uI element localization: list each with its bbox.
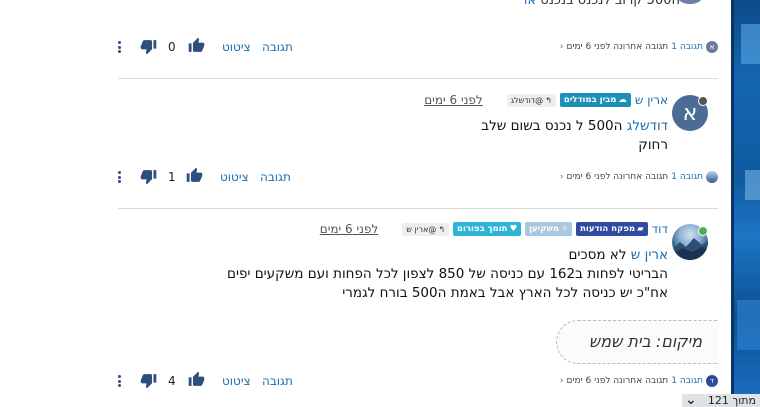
post-divider — [118, 208, 718, 209]
previous-post-text: ה500 קרוב לנכנס בנכנס אר — [520, 0, 680, 8]
side-window-edge — [731, 0, 760, 395]
badge-label: משקיען — [529, 224, 559, 234]
offline-status-icon — [698, 96, 708, 106]
post-action-bar: 4 ציטוט תגובה ד תגובה 1 תגובה אחרונה לפנ… — [112, 371, 718, 393]
vote-count: 4 — [168, 374, 176, 388]
last-reply-time: תגובה אחרונה לפני 6 ימים — [566, 42, 669, 52]
chat-icon: ▰ — [637, 224, 644, 234]
online-status-icon — [698, 226, 708, 236]
post-timestamp[interactable]: לפני 6 ימים — [424, 93, 483, 107]
more-options-icon[interactable] — [116, 374, 122, 388]
reply-button[interactable]: תגובה — [260, 170, 291, 184]
quote-button[interactable]: ציטוט — [220, 170, 249, 184]
heart-icon: ♥ — [509, 224, 518, 234]
post-username[interactable]: דוד — [652, 222, 668, 236]
avatar-letter: א — [682, 100, 698, 126]
post-header: דוד ▰ מפקח הודעות ✧ משקיען ♥ תומך בפורום… — [320, 222, 668, 236]
reply-to-pill[interactable]: ↰ @ארין ש — [402, 222, 450, 236]
post-text: ה500 ל נכנס בשום שלב — [481, 118, 627, 134]
badge-label: מפקח הודעות — [580, 224, 636, 234]
double-chevron-down-icon[interactable]: ⌄ — [685, 392, 697, 407]
previous-post-username[interactable]: אר — [520, 0, 536, 8]
reply-arrow-icon: ↰ — [438, 224, 446, 234]
location-text: מיקום: בית שמש — [588, 332, 702, 351]
thumbs-down-icon[interactable] — [140, 372, 157, 392]
post-timestamp[interactable]: לפני 6 ימים — [320, 222, 379, 236]
post-line-2: הבריטי לפחות ב162 עם כניסה של 850 לצפון … — [226, 266, 668, 282]
badge-label: מבין במודלים — [563, 95, 617, 105]
last-reply-time: תגובה אחרונה לפני 6 ימים — [566, 172, 669, 182]
replies-count-link[interactable]: תגובה 1 — [671, 376, 703, 386]
reply-arrow-icon: ↰ — [545, 95, 552, 105]
replier-avatar — [706, 171, 718, 183]
signature-box: מיקום: בית שמש — [556, 320, 718, 364]
post-content: ארין ש לא מסכים הבריטי לפחות ב162 עם כני… — [227, 246, 668, 303]
replies-summary[interactable]: ד תגובה 1 תגובה אחרונה לפני 6 ימים ‹ — [560, 375, 718, 387]
cloud-icon: ☁ — [618, 95, 627, 105]
thumbs-down-icon[interactable] — [140, 38, 157, 58]
previous-post-body: ה500 קרוב לנכנס בנכנס — [540, 0, 680, 8]
thumbs-up-icon[interactable] — [186, 167, 203, 187]
post-line-1: דודשלג ה500 ל נכנס בשום שלב — [481, 117, 668, 136]
star-icon: ✧ — [561, 224, 569, 234]
more-options-icon[interactable] — [116, 170, 122, 184]
mention-link[interactable]: ארין ש — [631, 247, 668, 263]
post-text: לא מסכים — [568, 247, 631, 263]
post-content: דודשלג ה500 ל נכנס בשום שלב רחוק — [481, 117, 668, 155]
reply-to-user: @דודשלג — [510, 95, 544, 105]
post-action-bar: 1 ציטוט תגובה תגובה 1 תגובה אחרונה לפני … — [112, 167, 718, 189]
thumbs-up-icon[interactable] — [188, 37, 205, 57]
chevron-left-icon: ‹ — [559, 172, 564, 182]
vote-count: 0 — [168, 40, 176, 54]
replier-avatar: ד — [706, 375, 718, 387]
user-badge[interactable]: ♥ תומך בפורום — [453, 222, 522, 236]
post-action-bar: 0 ציטוט תגובה א תגובה 1 תגובה אחרונה לפנ… — [112, 37, 718, 59]
user-badge[interactable]: ▰ מפקח הודעות — [576, 222, 648, 236]
vote-count: 1 — [168, 170, 176, 184]
replier-avatar: א — [706, 41, 718, 53]
post-username[interactable]: ארין ש — [635, 93, 668, 107]
quote-button[interactable]: ציטוט — [222, 40, 251, 54]
reply-to-pill[interactable]: ↰ @דודשלג — [506, 93, 556, 107]
chevron-left-icon: ‹ — [559, 42, 564, 52]
post-line-2: רחוק — [638, 137, 668, 153]
badge-label: תומך בפורום — [457, 224, 508, 234]
mention-link[interactable]: דודשלג — [627, 118, 668, 134]
replies-count-link[interactable]: תגובה 1 — [671, 42, 703, 52]
reply-button[interactable]: תגובה — [262, 40, 293, 54]
post-line-3: אח"כ יש כניסה לכל הארץ אבל באמת ה500 בור… — [342, 285, 668, 301]
replies-summary[interactable]: תגובה 1 תגובה אחרונה לפני 6 ימים ‹ — [560, 171, 718, 183]
previous-post-avatar[interactable] — [676, 0, 704, 4]
last-reply-time: תגובה אחרונה לפני 6 ימים — [566, 376, 669, 386]
quote-button[interactable]: ציטוט — [222, 374, 251, 388]
replies-count-link[interactable]: תגובה 1 — [671, 172, 703, 182]
reply-to-user: @ארין ש — [406, 224, 437, 234]
post-line-1: ארין ש לא מסכים — [227, 246, 668, 265]
thumbs-down-icon[interactable] — [140, 168, 157, 188]
user-badge[interactable]: ☁ מבין במודלים — [559, 93, 631, 107]
post-header: ארין ש ☁ מבין במודלים ↰ @דודשלג לפני 6 י… — [424, 93, 668, 107]
pagination-text: מתוך 121 — [707, 394, 756, 407]
chevron-left-icon: ‹ — [559, 376, 564, 386]
thumbs-up-icon[interactable] — [188, 371, 205, 391]
reply-button[interactable]: תגובה — [262, 374, 293, 388]
post-divider — [118, 78, 718, 79]
user-badge[interactable]: ✧ משקיען — [525, 222, 573, 236]
pagination-indicator[interactable]: מתוך 121 ⌄ — [682, 392, 760, 407]
replies-summary[interactable]: א תגובה 1 תגובה אחרונה לפני 6 ימים ‹ — [560, 41, 718, 53]
more-options-icon[interactable] — [116, 40, 122, 54]
